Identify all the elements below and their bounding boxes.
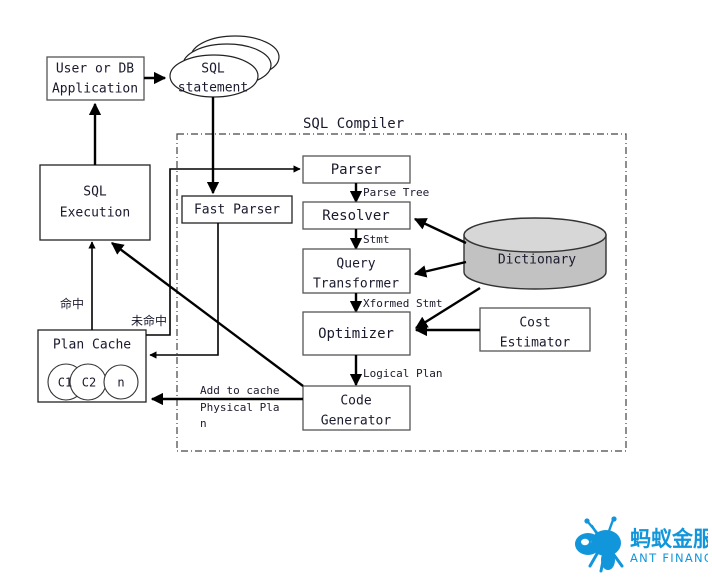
plan-cache-entry-label-2: C2 [82, 376, 96, 390]
sql-statement-stack: SQL statement [169, 35, 280, 98]
parser-label: Parser [331, 162, 382, 178]
sql-statement-label-line2: statement [178, 81, 248, 96]
user-app-label-line1: User or DB [56, 62, 134, 77]
dictionary-label: Dictionary [498, 253, 576, 268]
code-generator-label-line2: Generator [321, 414, 392, 429]
diagram-canvas: SQL Compiler SQL statement User or DB Ap… [37, 35, 627, 452]
edge-label-miss: 未命中 [131, 313, 167, 328]
edge-label-stmt: Stmt [363, 233, 390, 246]
sql-compiler-diagram: SQL Compiler SQL statement User or DB Ap… [0, 0, 712, 586]
sql-execution-box [39, 164, 151, 241]
ant-icon [575, 516, 624, 573]
edge-label-add-to-cache-2: Physical Pla [200, 401, 279, 414]
cost-estimator-label-line1: Cost [519, 316, 550, 331]
edge-label-logical-plan: Logical Plan [363, 367, 442, 380]
logo-svg: 蚂蚁金服 ANT FINANCIAL [575, 516, 712, 573]
edge-label-xformed-stmt: Xformed Stmt [363, 297, 442, 310]
logo-cn-text: 蚂蚁金服 [630, 527, 708, 551]
plan-cache-entry-label-1: C1 [58, 376, 72, 390]
sql-execution-node: SQL Execution [39, 164, 151, 241]
sql-compiler-title: SQL Compiler [303, 116, 404, 132]
query-transformer-node: Query Transformer [302, 248, 411, 294]
optimizer-label: Optimizer [318, 326, 394, 342]
logo-en-text: ANT FINANCIAL [630, 551, 708, 565]
edge-label-add-to-cache-3: n [200, 417, 207, 430]
cost-estimator-label-line2: Estimator [500, 336, 571, 351]
query-transformer-label-line2: Transformer [313, 277, 399, 292]
dictionary-cylinder-top [463, 217, 607, 253]
edge-label-hit: 命中 [60, 296, 84, 311]
edge-dictionary-to-resolver [413, 217, 467, 245]
edge-label-parse-tree: Parse Tree [363, 186, 429, 199]
fast-parser-node: Fast Parser [181, 195, 293, 224]
edge-plancache-miss-to-parser [146, 165, 301, 336]
edge-label-add-to-cache-1: Add to cache [200, 384, 279, 397]
sql-statement-label-line1: SQL [201, 62, 225, 77]
edge-dictionary-to-querytransformer [413, 260, 467, 278]
sql-execution-label-line2: Execution [60, 206, 130, 221]
optimizer-node: Optimizer [302, 311, 411, 356]
user-app-label-line2: Application [52, 82, 138, 97]
dictionary-node: Dictionary [463, 217, 607, 290]
user-or-db-application-node: User or DB Application [46, 56, 145, 101]
plan-cache-entry-label-n: n [117, 376, 124, 390]
ant-financial-logo: 蚂蚁金服 ANT FINANCIAL [568, 512, 712, 576]
plan-cache-title: Plan Cache [53, 338, 131, 353]
code-generator-label-line1: Code [340, 394, 371, 409]
resolver-label: Resolver [322, 208, 389, 224]
plan-cache-node: Plan Cache C1 C2 n [37, 329, 147, 403]
resolver-node: Resolver [302, 201, 411, 230]
fast-parser-label: Fast Parser [194, 203, 280, 218]
sql-execution-label-line1: SQL [83, 185, 107, 200]
parser-node: Parser [302, 155, 411, 184]
cost-estimator-node: Cost Estimator [479, 307, 591, 352]
code-generator-node: Code Generator [302, 385, 411, 431]
query-transformer-label-line1: Query [336, 257, 375, 272]
